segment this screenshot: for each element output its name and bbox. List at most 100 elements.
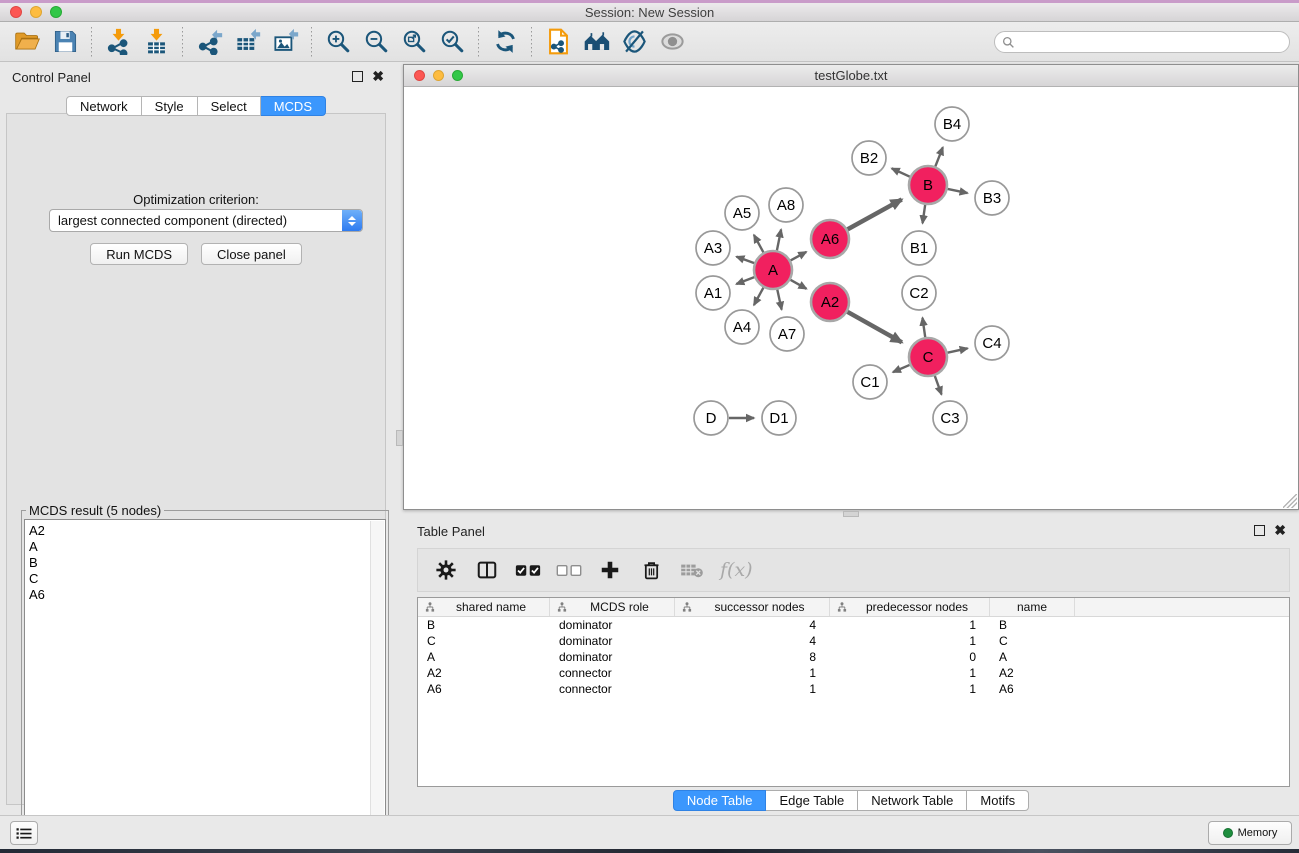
- cell: C: [990, 633, 1075, 649]
- result-list-item[interactable]: C: [25, 571, 385, 587]
- zoom-selected-button[interactable]: [433, 25, 471, 59]
- scrollbar-track[interactable]: [370, 521, 384, 846]
- gear-button[interactable]: [433, 557, 459, 583]
- edge-A-A2[interactable]: [790, 280, 806, 289]
- tab-select[interactable]: Select: [198, 96, 261, 116]
- add-column-button[interactable]: [597, 557, 623, 583]
- network-from-file-button[interactable]: [539, 25, 577, 59]
- export-table-icon: [234, 28, 261, 55]
- memory-button[interactable]: Memory: [1208, 821, 1292, 845]
- column-tree-icon: [682, 602, 692, 612]
- edge-C-C2[interactable]: [922, 318, 925, 337]
- close-panel-button[interactable]: Close panel: [201, 243, 302, 265]
- open-file-button[interactable]: [8, 25, 46, 59]
- zoom-in-icon: [325, 28, 352, 55]
- result-list-item[interactable]: A: [25, 539, 385, 555]
- split-column-button[interactable]: [474, 557, 500, 583]
- delete-table-button[interactable]: [679, 557, 705, 583]
- edge-C-C4[interactable]: [948, 348, 968, 352]
- delete-column-button[interactable]: [638, 557, 664, 583]
- mcds-result-title: MCDS result (5 nodes): [26, 503, 164, 518]
- column-header-name[interactable]: name: [990, 598, 1075, 616]
- node-table: shared nameMCDS rolesuccessor nodesprede…: [417, 597, 1290, 787]
- close-panel-icon[interactable]: ✖: [1274, 525, 1286, 536]
- tab-network-table[interactable]: Network Table: [858, 790, 967, 811]
- import-network-button[interactable]: [99, 25, 137, 59]
- export-image-button[interactable]: [266, 25, 304, 59]
- table-row[interactable]: Bdominator41B: [418, 617, 1289, 633]
- splitter-handle-vertical[interactable]: [396, 430, 403, 446]
- select-all-checkboxes-button[interactable]: [515, 557, 541, 583]
- import-table-icon: [143, 28, 170, 55]
- edge-A-A4[interactable]: [754, 288, 764, 305]
- run-mcds-button[interactable]: Run MCDS: [90, 243, 188, 265]
- tab-node-table[interactable]: Node Table: [673, 790, 767, 811]
- mcds-result-list[interactable]: A2ABCA6: [24, 519, 386, 848]
- show-panels-button[interactable]: [10, 821, 38, 845]
- cell: 0: [830, 649, 990, 665]
- edge-A-A5[interactable]: [754, 235, 764, 252]
- edge-B-B4[interactable]: [935, 147, 943, 166]
- result-list-item[interactable]: A2: [25, 523, 385, 539]
- edge-A-A1[interactable]: [736, 277, 754, 284]
- function-builder-button[interactable]: f(x): [720, 559, 753, 581]
- node-label-A: A: [768, 262, 778, 279]
- tab-style[interactable]: Style: [142, 96, 198, 116]
- select-all-checkboxes-icon: [515, 563, 541, 578]
- float-panel-icon[interactable]: [1254, 525, 1265, 536]
- table-row[interactable]: A2connector11A2: [418, 665, 1289, 681]
- result-list-item[interactable]: B: [25, 555, 385, 571]
- column-header-MCDS-role[interactable]: MCDS role: [550, 598, 675, 616]
- save-session-button[interactable]: [46, 25, 84, 59]
- table-row[interactable]: Adominator80A: [418, 649, 1289, 665]
- node-label-A8: A8: [777, 197, 795, 214]
- graphics-details-button[interactable]: [615, 25, 653, 59]
- column-header-shared-name[interactable]: shared name: [418, 598, 550, 616]
- node-label-B2: B2: [860, 150, 878, 167]
- zoom-in-button[interactable]: [319, 25, 357, 59]
- zoom-fit-button[interactable]: [395, 25, 433, 59]
- tab-network[interactable]: Network: [66, 96, 142, 116]
- close-panel-icon[interactable]: ✖: [372, 71, 384, 82]
- node-label-A4: A4: [733, 319, 751, 336]
- edge-A6-B[interactable]: [848, 199, 902, 229]
- cell: dominator: [550, 633, 675, 649]
- zoom-out-button[interactable]: [357, 25, 395, 59]
- deselect-all-checkboxes-button[interactable]: [556, 557, 582, 583]
- edge-C-C3[interactable]: [935, 376, 942, 395]
- tab-edge-table[interactable]: Edge Table: [766, 790, 858, 811]
- column-header-successor-nodes[interactable]: successor nodes: [675, 598, 830, 616]
- edge-B-B2[interactable]: [892, 168, 910, 176]
- search-input[interactable]: [994, 31, 1290, 53]
- float-panel-icon[interactable]: [352, 71, 363, 82]
- export-table-button[interactable]: [228, 25, 266, 59]
- edge-A-A3[interactable]: [736, 257, 754, 264]
- cell: A: [990, 649, 1075, 665]
- edge-A-A8[interactable]: [777, 230, 781, 251]
- edge-A-A6[interactable]: [791, 252, 807, 261]
- column-header-predecessor-nodes[interactable]: predecessor nodes: [830, 598, 990, 616]
- edge-B-B1[interactable]: [923, 205, 926, 223]
- network-graph[interactable]: B4B2BB3A8A5A6A3B1AC2A1A2A4A7C4CC1C3DD1: [404, 88, 1298, 509]
- criterion-dropdown[interactable]: largest connected component (directed): [49, 209, 363, 232]
- export-network-button[interactable]: [190, 25, 228, 59]
- edge-A2-C[interactable]: [847, 312, 901, 343]
- network-canvas[interactable]: B4B2BB3A8A5A6A3B1AC2A1A2A4A7C4CC1C3DD1: [404, 88, 1298, 509]
- tab-mcds[interactable]: MCDS: [261, 96, 326, 116]
- show-hide-panel-button[interactable]: [653, 25, 691, 59]
- cell: A2: [990, 665, 1075, 681]
- edge-B-B3[interactable]: [948, 189, 968, 193]
- edge-A-A7[interactable]: [777, 290, 781, 310]
- tab-motifs[interactable]: Motifs: [967, 790, 1029, 811]
- home-button[interactable]: [577, 25, 615, 59]
- split-column-icon: [476, 559, 498, 581]
- table-row[interactable]: A6connector11A6: [418, 681, 1289, 697]
- resize-grip[interactable]: [1283, 494, 1297, 508]
- cell: A6: [990, 681, 1075, 697]
- import-table-button[interactable]: [137, 25, 175, 59]
- result-list-item[interactable]: A6: [25, 587, 385, 603]
- refresh-layout-button[interactable]: [486, 25, 524, 59]
- edge-C-C1[interactable]: [893, 365, 910, 372]
- table-row[interactable]: Cdominator41C: [418, 633, 1289, 649]
- graphics-details-icon: [621, 28, 648, 55]
